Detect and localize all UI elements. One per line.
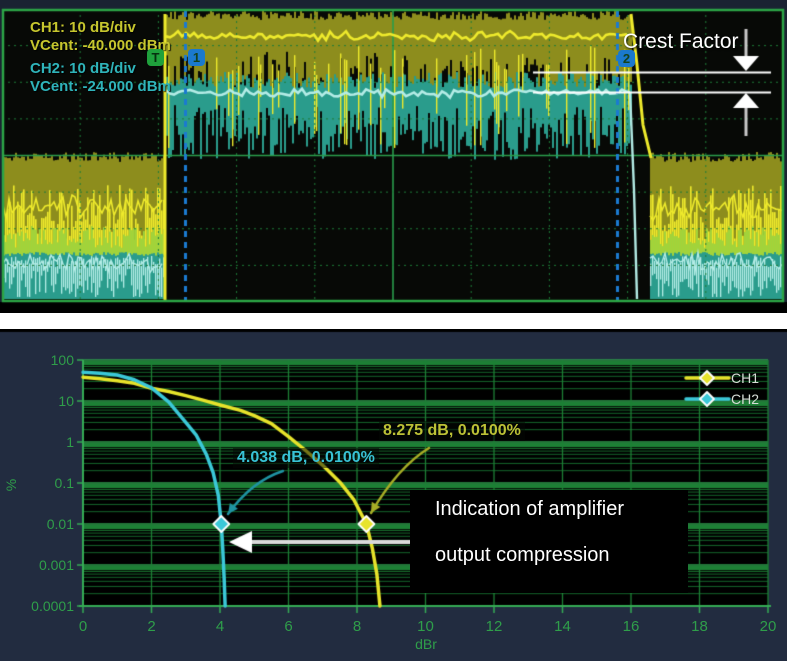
ch2-scale-label: CH2: 10 dB/div bbox=[30, 60, 136, 77]
y-tick-label: 0.01 bbox=[2, 516, 74, 532]
x-tick-label: 0 bbox=[61, 618, 105, 635]
y-tick-label: 100 bbox=[2, 352, 74, 368]
x-tick-label: 10 bbox=[404, 618, 448, 635]
crest-factor-label: Crest Factor bbox=[623, 30, 739, 54]
legend-label-ch2: CH2 bbox=[731, 391, 759, 407]
y-tick-label: 0.0001 bbox=[2, 598, 74, 614]
trigger-marker-badge: T bbox=[147, 49, 164, 66]
x-tick-label: 2 bbox=[130, 618, 174, 635]
ch2-vcenter-label: VCent: -24.000 dBm bbox=[30, 78, 171, 95]
x-tick-label: 8 bbox=[335, 618, 379, 635]
x-tick-label: 4 bbox=[198, 618, 242, 635]
y-tick-label: 0.001 bbox=[2, 557, 74, 573]
ch2-marker-readout: 4.038 dB, 0.0100% bbox=[233, 448, 379, 468]
cursor-1-badge: 1 bbox=[188, 49, 205, 66]
compression-callout-box: Indication of amplifier output compressi… bbox=[410, 490, 688, 593]
x-tick-label: 6 bbox=[267, 618, 311, 635]
ccdf-plot-panel: 1001010.10.010.0010.0001 024681012141618… bbox=[0, 329, 787, 661]
x-tick-label: 20 bbox=[746, 618, 787, 635]
compression-callout-line2: output compression bbox=[435, 544, 610, 567]
x-tick-label: 18 bbox=[678, 618, 722, 635]
compression-callout-line1: Indication of amplifier bbox=[435, 498, 624, 521]
x-tick-label: 14 bbox=[541, 618, 585, 635]
y-tick-label: 1 bbox=[2, 434, 74, 450]
instrument-screenshot: CH1: 10 dB/div VCent: -40.000 dBm CH2: 1… bbox=[0, 0, 787, 661]
ch1-scale-label: CH1: 10 dB/div bbox=[30, 19, 136, 36]
y-axis-title: % bbox=[3, 474, 19, 496]
burst-display-panel: CH1: 10 dB/div VCent: -40.000 dBm CH2: 1… bbox=[0, 0, 787, 313]
ch1-marker-readout: 8.275 dB, 0.0100% bbox=[379, 421, 525, 441]
x-axis-title: dBr bbox=[400, 636, 452, 652]
legend-label-ch1: CH1 bbox=[731, 370, 759, 386]
x-tick-label: 16 bbox=[609, 618, 653, 635]
x-tick-label: 12 bbox=[472, 618, 516, 635]
y-tick-label: 10 bbox=[2, 393, 74, 409]
cursor-2-badge: 2 bbox=[618, 50, 635, 67]
